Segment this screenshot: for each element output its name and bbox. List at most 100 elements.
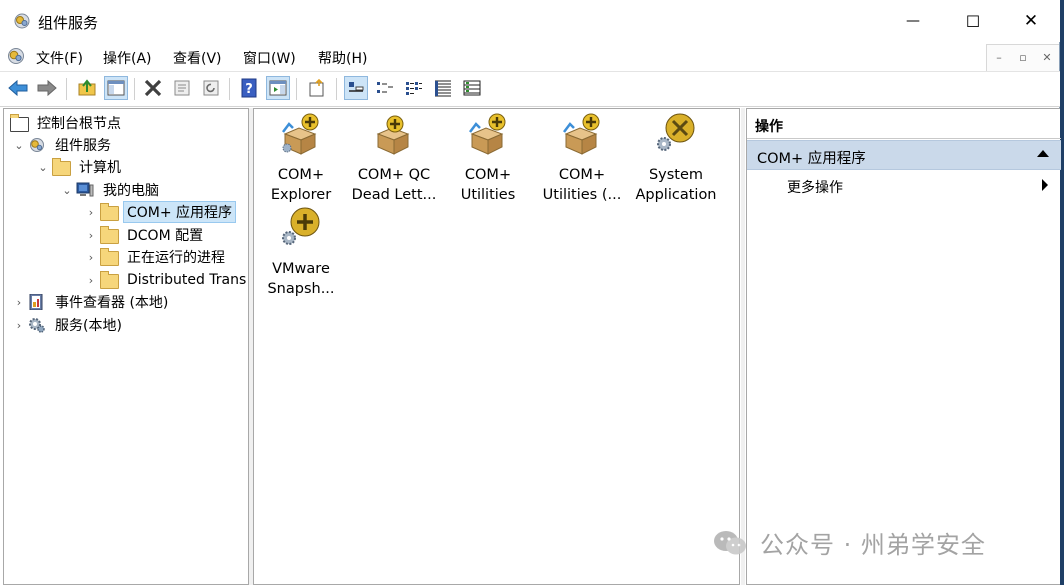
mdi-close-button[interactable]: ✕ xyxy=(1035,45,1059,71)
delete-button[interactable] xyxy=(141,76,165,100)
back-arrow-icon xyxy=(8,79,28,97)
tree-item-event-viewer[interactable]: › 事件查看器 (本地) xyxy=(12,291,172,313)
app-item-label-line1: COM+ xyxy=(464,167,512,183)
tree-item-dcom-config[interactable]: › DCOM 配置 xyxy=(84,224,207,246)
app-item-vmware-snapshot[interactable]: VMware Snapsh... xyxy=(257,206,345,299)
close-icon: ✕ xyxy=(1023,11,1039,31)
app-item-com-utilities-32[interactable]: COM+ Utilities (... xyxy=(538,112,626,205)
up-one-level-button[interactable] xyxy=(75,76,99,100)
tree-item-label: 我的电脑 xyxy=(103,183,159,199)
minimize-icon: — xyxy=(906,13,920,29)
menu-action[interactable]: 操作(A) xyxy=(103,48,152,68)
maximize-icon: ☐ xyxy=(965,11,981,31)
small-icons-view-icon xyxy=(377,82,393,93)
expand-chevron-icon[interactable]: › xyxy=(12,319,26,332)
export-list-icon xyxy=(309,78,324,97)
app-item-label-line2: Application xyxy=(635,187,717,203)
tree-item-services[interactable]: › 服务(本地) xyxy=(12,314,126,336)
folder-icon xyxy=(100,203,119,221)
app-item-label-line2: Explorer xyxy=(270,187,332,203)
system-menu-icon[interactable] xyxy=(6,46,26,66)
delete-icon xyxy=(144,79,162,97)
computer-icon xyxy=(76,182,94,197)
show-hide-action-pane-button[interactable] xyxy=(266,76,290,100)
com-app-box-icon xyxy=(469,113,506,155)
large-icons-view-icon xyxy=(349,82,364,92)
title-bar[interactable]: 组件服务 — ☐ ✕ xyxy=(0,0,1060,42)
list-view-button[interactable] xyxy=(402,76,426,100)
actions-group-com-plus-applications[interactable]: COM+ 应用程序 xyxy=(747,140,1061,170)
app-item-com-explorer[interactable]: COM+ Explorer xyxy=(257,112,345,205)
folder-icon xyxy=(52,158,71,176)
app-item-com-qc-dead-letter[interactable]: COM+ QC Dead Lett... xyxy=(350,112,438,205)
expand-chevron-icon[interactable]: › xyxy=(84,274,98,287)
detail-view-icon xyxy=(435,80,451,97)
expand-chevron-icon[interactable]: › xyxy=(84,229,98,242)
tree-item-distributed-transaction[interactable]: › Distributed Trans xyxy=(84,269,250,291)
mdi-restore-button[interactable]: ▫ xyxy=(1011,45,1035,71)
tree-item-label: DCOM 配置 xyxy=(127,228,204,244)
expand-chevron-icon[interactable]: › xyxy=(84,206,98,219)
refresh-icon xyxy=(203,80,219,96)
minimize-button[interactable]: — xyxy=(884,0,942,42)
expand-chevron-icon[interactable]: ⌄ xyxy=(12,139,26,152)
menu-file[interactable]: 文件(F) xyxy=(36,48,83,68)
show-hide-console-tree-button[interactable] xyxy=(104,76,128,100)
tree-item-running-processes[interactable]: › 正在运行的进程 xyxy=(84,246,229,268)
services-gear-icon xyxy=(29,318,45,333)
refresh-button[interactable] xyxy=(199,76,223,100)
list-view-icon xyxy=(406,82,422,95)
app-item-label-line2: Utilities xyxy=(460,187,516,203)
app-item-label-line1: VMware xyxy=(272,261,330,277)
menu-view[interactable]: 查看(V) xyxy=(173,48,222,68)
close-button[interactable]: ✕ xyxy=(1002,0,1060,42)
menu-help[interactable]: 帮助(H) xyxy=(318,48,367,68)
mdi-minimize-button[interactable]: – xyxy=(987,45,1011,71)
tree-item-label: 正在运行的进程 xyxy=(127,250,225,266)
tree-item-label: Distributed Trans xyxy=(127,272,247,288)
detail-view-button[interactable] xyxy=(431,76,455,100)
component-services-icon xyxy=(30,138,44,152)
more-actions-item[interactable]: 更多操作 xyxy=(787,177,843,197)
app-item-label-line2: Dead Lett... xyxy=(351,187,437,203)
show-hide-action-pane-icon xyxy=(269,80,287,96)
expand-chevron-icon[interactable]: ⌄ xyxy=(36,161,50,174)
properties-button[interactable] xyxy=(170,76,194,100)
collapse-triangle-icon[interactable] xyxy=(1037,150,1049,157)
tree-item-component-services[interactable]: ⌄ 组件服务 xyxy=(12,134,115,156)
app-item-label-line2: Snapsh... xyxy=(267,281,335,297)
tree-item-com-plus-applications[interactable]: › COM+ 应用程序 xyxy=(84,201,237,223)
status-view-button[interactable] xyxy=(460,76,484,100)
help-button[interactable]: ? xyxy=(237,76,261,100)
show-hide-tree-icon xyxy=(107,80,125,96)
forward-arrow-icon xyxy=(37,79,57,97)
app-item-system-application[interactable]: System Application xyxy=(632,112,720,205)
export-list-button[interactable] xyxy=(305,76,329,100)
app-item-com-utilities[interactable]: COM+ Utilities xyxy=(444,112,532,205)
menu-window[interactable]: 窗口(W) xyxy=(243,48,296,68)
expand-chevron-icon[interactable]: ⌄ xyxy=(60,184,74,197)
system-app-icon xyxy=(657,113,695,151)
back-button[interactable] xyxy=(6,76,30,100)
actions-pane: 操作 COM+ 应用程序 更多操作 xyxy=(746,108,1061,585)
folder-icon xyxy=(10,114,29,132)
expand-chevron-icon[interactable]: › xyxy=(12,296,26,309)
tree-item-my-computer[interactable]: ⌄ 我的电脑 xyxy=(60,179,163,201)
right-splitter[interactable] xyxy=(741,108,745,585)
small-icons-view-button[interactable] xyxy=(373,76,397,100)
tree-item-label: 组件服务 xyxy=(55,138,111,154)
tree-item-computers[interactable]: ⌄ 计算机 xyxy=(36,156,125,178)
watermark-text: 公众号 · 州弟学安全 xyxy=(760,531,986,559)
maximize-button[interactable]: ☐ xyxy=(944,0,1002,42)
tree-item-console-root[interactable]: 控制台根节点 xyxy=(8,112,125,134)
folder-icon xyxy=(100,271,119,289)
submenu-arrow-icon[interactable] xyxy=(1042,179,1048,191)
watermark: 公众号 · 州弟学安全 xyxy=(712,525,986,560)
tree-item-label: 服务(本地) xyxy=(55,318,122,334)
large-icons-view-button[interactable] xyxy=(344,76,368,100)
results-pane: COM+ Explorer COM+ QC Dead Lett... COM+ … xyxy=(253,108,740,585)
expand-chevron-icon[interactable]: › xyxy=(84,251,98,264)
forward-button[interactable] xyxy=(35,76,59,100)
svg-text:?: ? xyxy=(245,82,253,97)
actions-header: 操作 xyxy=(747,109,1061,139)
